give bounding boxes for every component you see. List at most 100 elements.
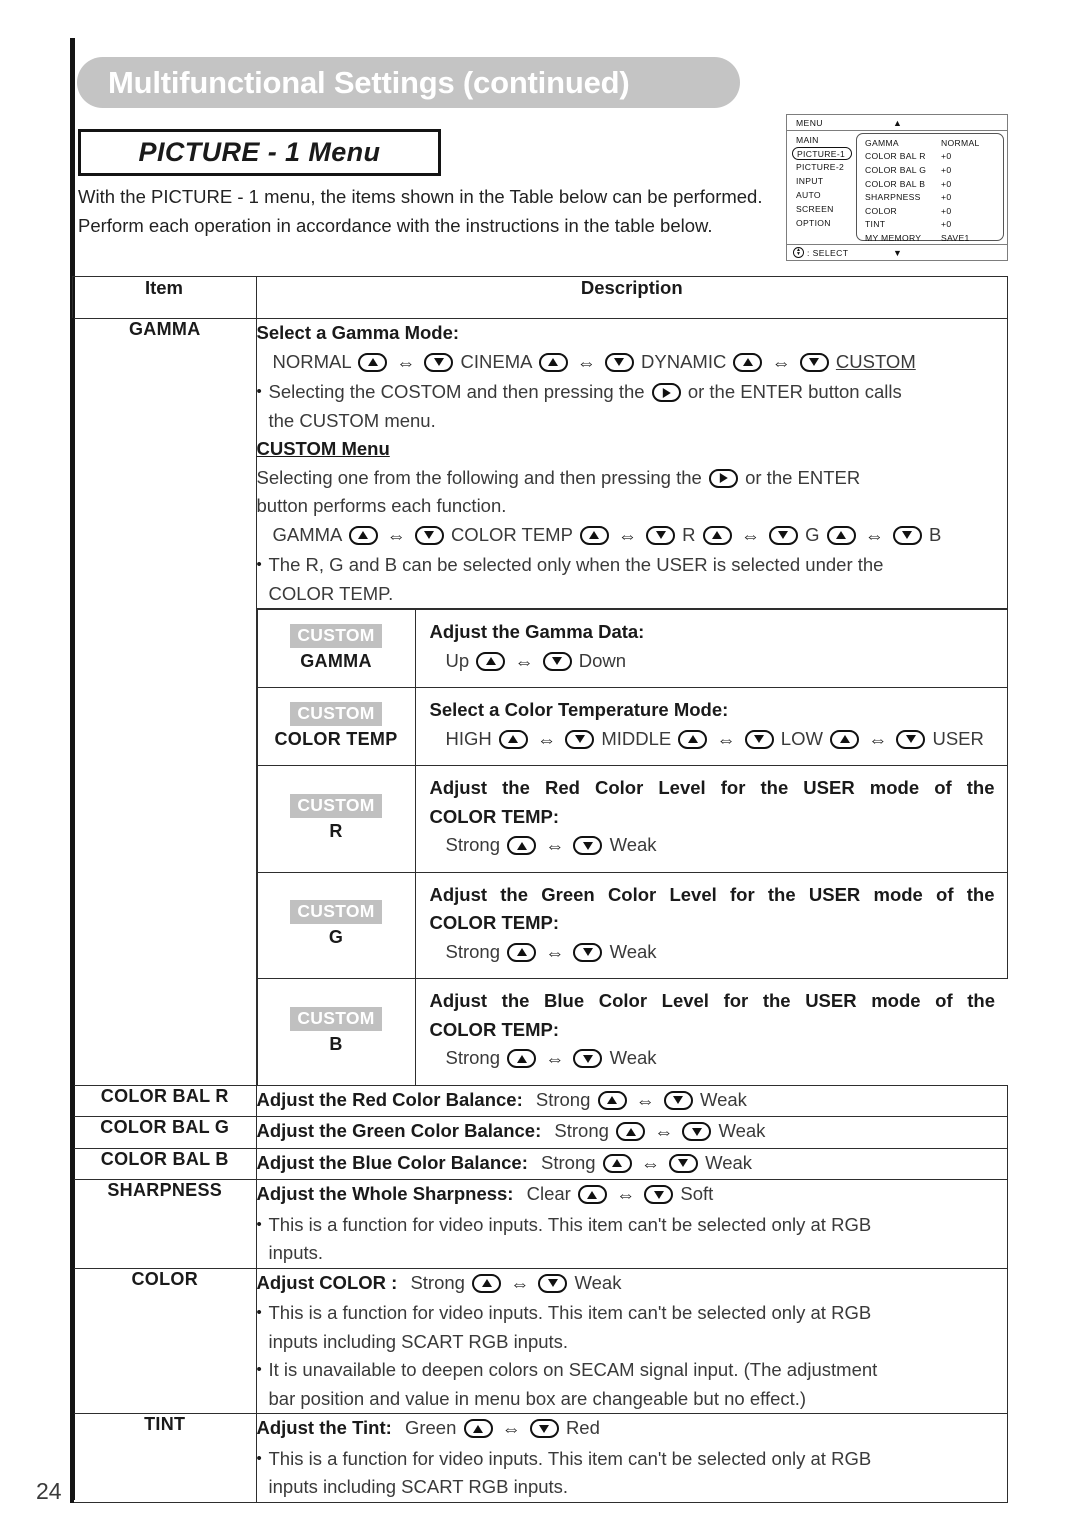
osd-setting-name-color-bal-r[interactable]: COLOR BAL R (865, 150, 939, 164)
custom-g-right-label: Weak (609, 940, 657, 962)
left-right-arrow-icon: ⇔ (514, 651, 534, 673)
osd-select-label: : SELECT (807, 247, 849, 258)
up-button-icon[interactable] (463, 1419, 493, 1438)
down-button-icon[interactable] (663, 1090, 693, 1110)
down-button-icon[interactable] (744, 729, 774, 749)
down-button-icon[interactable] (604, 352, 634, 372)
gamma-mode-dynamic: DYNAMIC (641, 350, 727, 372)
osd-setting-name-sharpness[interactable]: SHARPNESS (865, 190, 939, 204)
custom-intro-text-a: Selecting one from the following and the… (256, 466, 702, 488)
color-bullet2-text-a: It is unavailable to deepen colors on SE… (268, 1359, 878, 1380)
right-button-icon[interactable] (651, 383, 681, 402)
osd-setting-value-color-bal-b: +0 (941, 178, 952, 189)
color-control-line: Adjust COLOR : Strong ⇔ Weak (257, 1269, 1008, 1300)
color-bullet-2: • It is unavailable to deepen colors on … (257, 1356, 1008, 1413)
up-button-icon[interactable] (472, 1273, 502, 1293)
up-button-icon[interactable] (507, 836, 537, 855)
osd-setting-value-gamma: NORMAL (941, 137, 980, 148)
osd-category-picture-2[interactable]: PICTURE-2 (787, 160, 856, 174)
custom-subtable-cell: CUSTOM GAMMA Adjust the Gamma Data: Up ⇔… (256, 609, 1008, 1086)
gamma-mode-custom: CUSTOM (835, 350, 916, 372)
osd-category-screen[interactable]: SCREEN (787, 202, 856, 216)
osd-setting-name-color[interactable]: COLOR (865, 204, 939, 218)
up-button-icon[interactable] (476, 651, 506, 671)
tint-bullet1-text-a: This is a function for video inputs. Thi… (268, 1447, 872, 1469)
osd-category-auto[interactable]: AUTO (787, 188, 856, 202)
osd-setting-name-gamma[interactable]: GAMMA (865, 136, 939, 150)
custom-b-heading-line1: Adjust the Blue Color Level for the USER… (429, 990, 996, 1011)
sharpness-bullet1-text-b: inputs. (268, 1242, 324, 1263)
up-button-icon[interactable] (602, 1153, 632, 1173)
tint-left-label: Green (404, 1417, 457, 1438)
down-button-icon[interactable] (892, 525, 922, 545)
osd-setting-name-color-bal-g[interactable]: COLOR BAL G (865, 163, 939, 177)
left-right-arrow-icon: ⇔ (740, 525, 760, 547)
sharpness-right-label: Soft (680, 1183, 714, 1204)
down-button-icon[interactable] (573, 836, 603, 855)
up-button-icon[interactable] (507, 1049, 537, 1068)
osd-setting-name-my-memory[interactable]: MY MEMORY (865, 231, 939, 245)
down-button-icon[interactable] (573, 942, 603, 962)
down-button-icon[interactable] (646, 525, 676, 545)
color-bal-b-heading: Adjust the Blue Color Balance: (256, 1151, 528, 1173)
osd-category-input[interactable]: INPUT (787, 174, 856, 188)
down-button-icon[interactable] (542, 651, 572, 671)
color-bal-r-description-cell: Adjust the Red Color Balance: Strong ⇔ W… (255, 1084, 1008, 1117)
custom-desc-b: Adjust the Blue Color Level for the USER… (414, 978, 1007, 1085)
osd-setting-name-tint[interactable]: TINT (865, 218, 939, 232)
down-button-icon[interactable] (565, 729, 595, 749)
osd-category-option[interactable]: OPTION (787, 216, 856, 230)
down-button-icon[interactable] (668, 1153, 698, 1173)
up-button-icon[interactable] (702, 525, 732, 545)
table-row-color-bal-r: COLOR BAL R Adjust the Red Color Balance… (70, 1084, 1008, 1117)
up-button-icon[interactable] (498, 729, 528, 749)
up-button-icon[interactable] (538, 352, 568, 372)
custom-chain-color-temp: COLOR TEMP (450, 523, 573, 545)
down-button-icon[interactable] (573, 1049, 603, 1068)
custom-g-heading-line2: COLOR TEMP: (429, 912, 560, 933)
up-button-icon[interactable] (826, 525, 856, 545)
table-row-tint: TINT Adjust the Tint: Green ⇔ Red • This… (70, 1413, 1008, 1503)
down-button-icon[interactable] (799, 352, 829, 372)
up-button-icon[interactable] (830, 729, 860, 749)
custom-key-name-gamma: GAMMA (300, 650, 372, 671)
up-button-icon[interactable] (678, 729, 708, 749)
down-button-icon[interactable] (538, 1273, 568, 1293)
osd-scroll-down-icon: ▼ (893, 248, 902, 258)
custom-chain-b: B (929, 523, 942, 545)
osd-setting-value-color-bal-g: +0 (941, 164, 952, 175)
custom-gamma-control: Up ⇔ Down (430, 647, 995, 678)
up-button-icon[interactable] (577, 1185, 607, 1204)
color-description-cell: Adjust COLOR : Strong ⇔ Weak • This is a… (255, 1267, 1008, 1414)
osd-category-picture-1[interactable]: PICTURE-1 (792, 147, 852, 160)
down-button-icon[interactable] (424, 352, 454, 372)
up-button-icon[interactable] (348, 525, 378, 545)
up-button-icon[interactable] (579, 525, 609, 545)
down-button-icon[interactable] (896, 729, 926, 749)
table-header-row: Item Description (71, 276, 1008, 319)
down-button-icon[interactable] (768, 525, 798, 545)
gamma-bullet-2: • The R, G and B can be selected only wh… (257, 551, 1008, 608)
picture-1-settings-table: Item Description GAMMA Select a Gamma Mo… (70, 276, 1008, 1503)
intro-line-1: With the PICTURE - 1 menu, the items sho… (78, 186, 763, 207)
column-header-item: Item (71, 276, 257, 319)
up-button-icon[interactable] (733, 352, 763, 372)
page-header-banner: Multifunctional Settings (continued) (77, 57, 740, 108)
up-button-icon[interactable] (597, 1090, 627, 1110)
tint-right-label: Red (565, 1417, 600, 1438)
down-button-icon[interactable] (682, 1122, 712, 1141)
down-button-icon[interactable] (529, 1419, 559, 1438)
up-button-icon[interactable] (507, 942, 537, 962)
osd-setting-name-color-bal-b[interactable]: COLOR BAL B (865, 177, 939, 191)
custom-b-control: Strong ⇔ Weak (430, 1044, 996, 1075)
down-button-icon[interactable] (644, 1185, 674, 1204)
up-button-icon[interactable] (616, 1122, 646, 1141)
right-button-icon[interactable] (708, 468, 738, 488)
osd-category-main[interactable]: MAIN (787, 133, 856, 147)
left-right-arrow-icon: ⇔ (576, 352, 596, 374)
down-button-icon[interactable] (414, 525, 444, 545)
color-right-label: Weak (574, 1271, 622, 1293)
up-button-icon[interactable] (358, 352, 388, 372)
osd-category-list: MAIN PICTURE-1 PICTURE-2 INPUT AUTO SCRE… (787, 131, 856, 244)
osd-setting-names: GAMMA COLOR BAL R COLOR BAL G COLOR BAL … (857, 136, 939, 243)
